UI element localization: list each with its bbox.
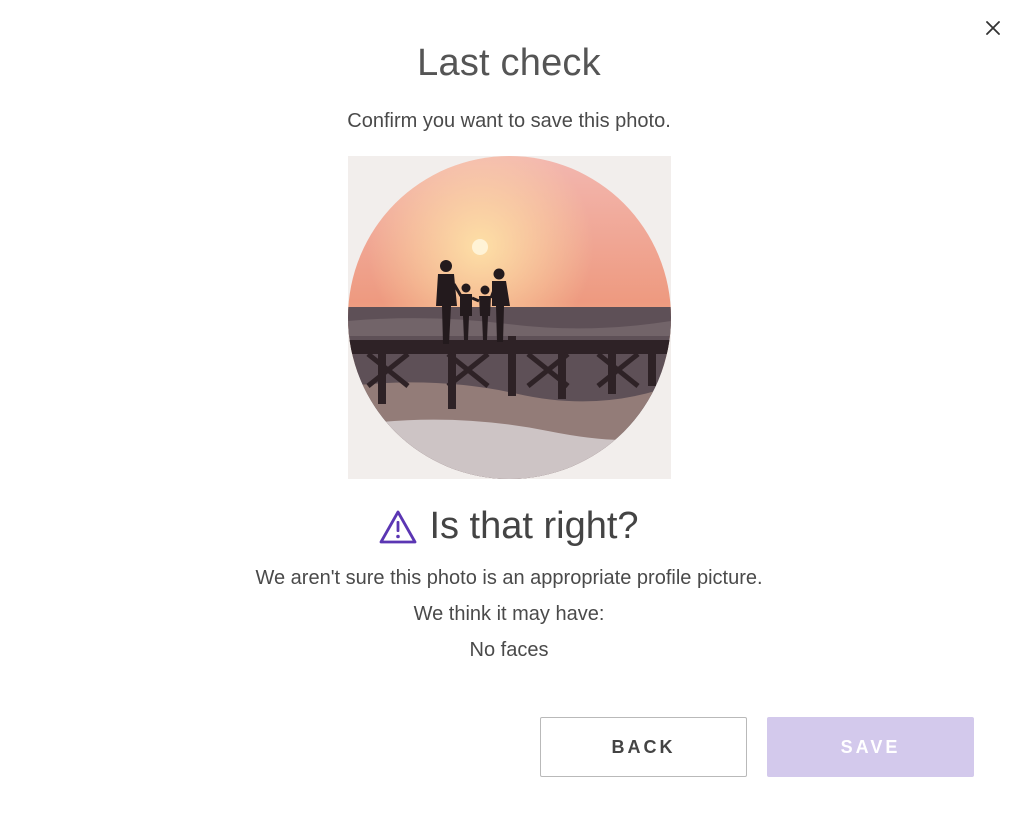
warning-reason: No faces: [469, 639, 549, 661]
last-check-dialog: Last check Confirm you want to save this…: [0, 0, 1024, 823]
back-button[interactable]: BACK: [540, 717, 747, 777]
warning-message: We aren't sure this photo is an appropri…: [255, 567, 763, 589]
warning-title: Is that right?: [429, 505, 639, 547]
photo-preview: [348, 156, 671, 479]
dialog-subtitle: Confirm you want to save this photo.: [347, 110, 671, 132]
save-button[interactable]: SAVE: [767, 717, 974, 777]
close-icon: [986, 21, 1000, 35]
dialog-title: Last check: [417, 42, 601, 84]
warning-heading: Is that right?: [0, 505, 1018, 548]
warning-icon: [380, 510, 417, 543]
profile-photo: [348, 156, 671, 479]
warning-detail: We think it may have:: [413, 603, 605, 625]
close-button[interactable]: [981, 16, 1005, 40]
